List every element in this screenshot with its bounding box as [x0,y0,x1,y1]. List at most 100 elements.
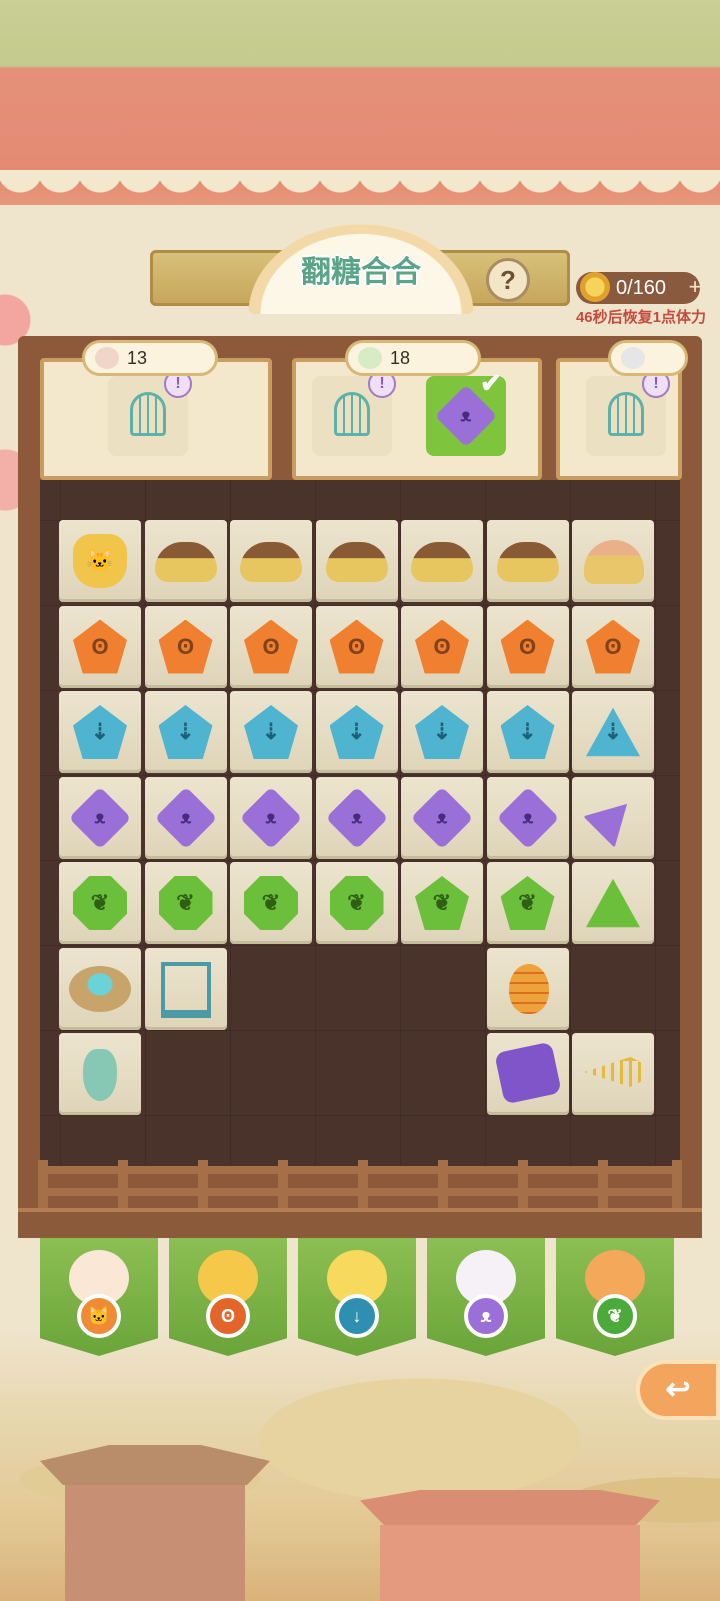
bee-gem-icon: ʘ [586,619,640,674]
rabbit-icon: ᴥ [464,1294,508,1338]
bee-gem-icon: ʘ [244,619,298,674]
cat-food-bowl-fish-icon [240,542,302,582]
bee-gem-icon: ʘ [415,619,469,674]
board-tile[interactable]: ❦ [486,862,569,944]
board-tile[interactable]: ʘ [572,605,654,688]
board-tile[interactable]: ❦ [59,862,141,944]
fishbone-icon [584,1057,642,1087]
board-tile[interactable] [59,947,141,1030]
board-tile[interactable] [572,776,654,859]
gourd-icon [83,1049,117,1101]
board-tile[interactable]: ʘ [59,605,141,688]
board-tile[interactable]: ⇣ [401,691,483,773]
board-tile[interactable] [144,520,227,602]
board-tile[interactable]: ᴥ [315,776,398,859]
board-tile[interactable]: ❦ [401,862,483,944]
radish-icon [358,347,382,369]
bird-triangle-icon: ⇣ [586,707,640,757]
back-button[interactable]: ↩ [636,1360,720,1420]
board-tile[interactable] [401,520,483,602]
rabbit-gem-icon: ᴥ [496,786,559,849]
board-tile[interactable]: ᴥ [401,776,483,859]
cat-food-bowl-fish-icon [154,542,217,582]
help-button[interactable]: ? [486,258,530,302]
character-card-chick[interactable]: ↓ [298,1238,416,1356]
board-tile[interactable] [486,520,569,602]
bee-gem-icon: ʘ [158,619,213,674]
order-slot[interactable]: ! [312,370,396,456]
bee-gem-icon: ʘ [500,619,555,674]
board-tile[interactable] [572,862,654,944]
paw-icon: ❦ [593,1294,637,1338]
temple-left [40,1445,270,1601]
board-tile[interactable]: ᴥ [144,776,227,859]
board-tile[interactable]: ᴥ [59,776,141,859]
order-slot-completed[interactable]: ᴥ ✔ [426,368,506,456]
order-card-3[interactable]: ! [556,358,682,480]
paw-gem-icon: ❦ [329,876,384,930]
rabbit-gem-icon: ᴥ [325,786,388,849]
add-energy-button[interactable]: + [684,276,706,298]
bird-gem-icon: ⇣ [329,705,384,759]
cat-icon: 🐱 [77,1294,121,1338]
feather-icon [95,347,119,369]
board-tile[interactable] [315,520,398,602]
board-tile[interactable]: ⇣ [572,691,654,773]
character-card-cat[interactable]: 🐱 [40,1238,158,1356]
character-card-dog[interactable]: ❦ [556,1238,674,1356]
board-tile[interactable] [572,1033,654,1115]
board-tile[interactable]: ❦ [315,862,398,944]
paw-triangle-icon [586,878,640,928]
board-tile[interactable]: ʘ [315,605,398,688]
board-tile[interactable]: ❦ [144,862,227,944]
board-tile[interactable]: ⇣ [230,691,312,773]
board-tile[interactable]: ʘ [401,605,483,688]
board-tile[interactable]: 🐱 [59,520,141,602]
board-tile[interactable] [230,520,312,602]
board-tile[interactable]: ᴥ [230,776,312,859]
order-count-tag: 18 [345,340,481,376]
bird-gem-icon: ⇣ [158,705,213,759]
board-tile[interactable] [486,947,569,1030]
cage-icon [130,392,166,436]
board-tile[interactable]: ʘ [486,605,569,688]
board-tile[interactable]: ⇣ [486,691,569,773]
paw-pentagon-icon: ❦ [415,876,469,930]
rabbit-gem-icon: ᴥ [68,786,132,849]
eraser-icon [621,347,645,369]
character-card-bee[interactable]: ʘ [169,1238,287,1356]
cat-gem-icon: 🐱 [73,534,127,588]
board-tile[interactable] [572,520,654,602]
board-tile[interactable] [144,947,227,1030]
board-tile[interactable]: ⇣ [59,691,141,773]
cat-food-bowl-icon [496,542,559,582]
bird-gem-icon: ⇣ [244,705,298,759]
board-tile[interactable] [59,1033,141,1115]
check-icon: ✔ [480,368,502,398]
board-tile[interactable] [486,1033,569,1115]
bird-trap-icon [160,961,211,1018]
board-tile[interactable]: ᴥ [486,776,569,859]
bee-icon: ʘ [206,1294,250,1338]
energy-flower-icon [580,272,610,302]
board-tile[interactable]: ⇣ [315,691,398,773]
board-tile[interactable]: ⇣ [144,691,227,773]
energy-recover-text: 46秒后恢复1点体力 [575,309,706,326]
rabbit-triangle-icon [582,786,645,849]
order-card-1[interactable]: ! [40,358,272,480]
bird-gem-icon: ⇣ [415,705,469,759]
board-tile[interactable]: ʘ [230,605,312,688]
order-count: 13 [127,348,148,368]
order-count-tag [608,340,688,376]
order-card-2[interactable]: ! ᴥ ✔ [292,358,542,480]
order-slot[interactable]: ! [586,370,670,456]
board-tile[interactable]: ❦ [230,862,312,944]
order-slot[interactable]: ! [108,370,192,456]
magic-scroll-icon [493,1041,562,1105]
board-tile[interactable]: ʘ [144,605,227,688]
bee-gem-icon: ʘ [73,619,127,674]
paw-gem-icon: ❦ [158,876,213,930]
paw-pentagon-icon: ❦ [500,876,555,930]
paw-gem-icon: ❦ [73,876,127,930]
character-card-rabbit[interactable]: ᴥ [427,1238,545,1356]
